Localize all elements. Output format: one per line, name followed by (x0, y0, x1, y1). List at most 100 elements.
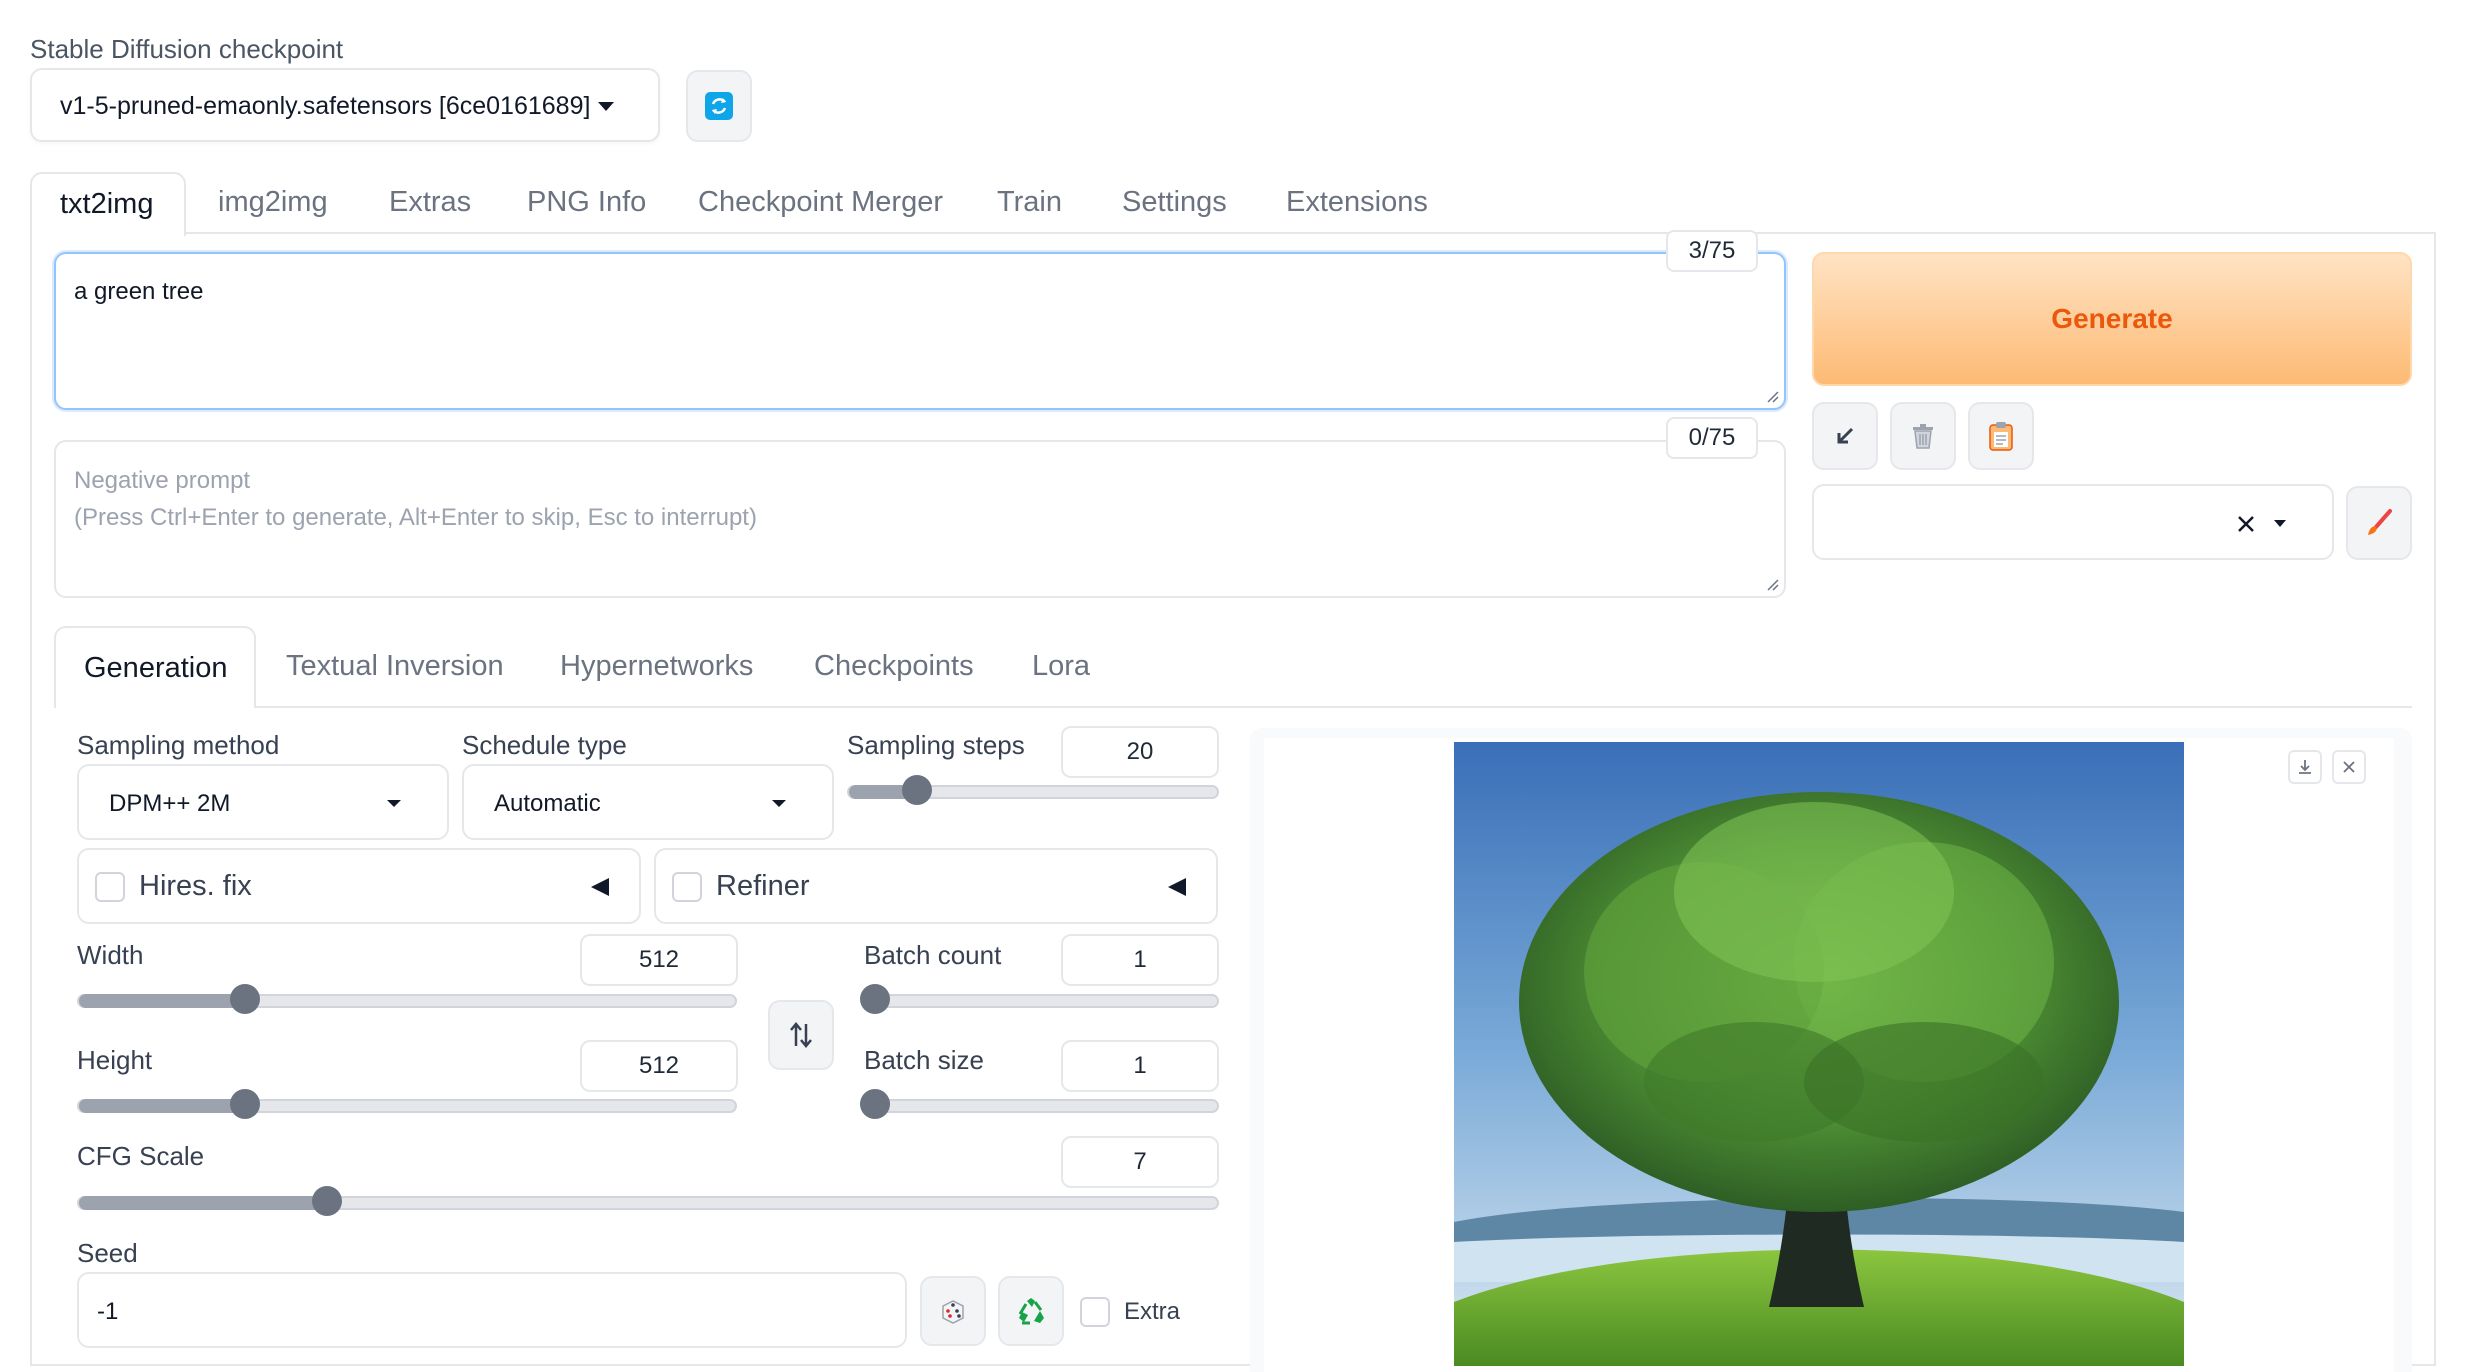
extra-seed-checkbox[interactable] (1080, 1297, 1110, 1327)
checkpoint-label: Stable Diffusion checkpoint (30, 34, 344, 64)
cfg-scale-input[interactable]: 7 (1061, 1136, 1219, 1188)
chevron-down-icon (2274, 520, 2286, 527)
width-label: Width (77, 940, 144, 970)
prompt-text: a green tree (74, 278, 204, 305)
tree-image (1454, 742, 2184, 1366)
checkpoint-dropdown[interactable]: v1-5-pruned-emaonly.safetensors [6ce0161… (30, 68, 660, 142)
chevron-down-icon (772, 800, 786, 807)
batch-size-input[interactable]: 1 (1061, 1040, 1219, 1092)
hires-fix-accordion[interactable]: Hires. fix (77, 848, 641, 924)
height-slider[interactable] (77, 1089, 737, 1119)
tab-train[interactable]: Train (997, 186, 1062, 219)
tab-generation-active[interactable]: Generation (54, 626, 256, 708)
height-input[interactable]: 512 (580, 1040, 738, 1092)
schedule-type-value: Automatic (494, 790, 601, 817)
refiner-accordion[interactable]: Refiner (654, 848, 1218, 924)
cfg-scale-fill (79, 1196, 322, 1210)
edit-styles-button[interactable] (2346, 486, 2412, 560)
refresh-icon (705, 92, 733, 120)
hires-fix-checkbox[interactable] (95, 872, 125, 902)
tab-png-info[interactable]: PNG Info (527, 186, 646, 219)
reuse-seed-button[interactable] (998, 1276, 1064, 1346)
tab-checkpoints[interactable]: Checkpoints (814, 650, 974, 683)
collapse-arrow-icon[interactable] (589, 876, 611, 898)
tab-txt2img-label: txt2img (60, 188, 154, 220)
batch-size-thumb[interactable] (860, 1089, 890, 1119)
width-input[interactable]: 512 (580, 934, 738, 986)
width-slider[interactable] (77, 984, 737, 1014)
generate-button[interactable]: Generate (1812, 252, 2412, 386)
batch-count-label: Batch count (864, 940, 1002, 970)
tab-checkpoint-merger[interactable]: Checkpoint Merger (698, 186, 943, 219)
tab-textual-inversion[interactable]: Textual Inversion (286, 650, 504, 683)
apply-style-button[interactable] (1968, 402, 2034, 470)
generated-image[interactable] (1454, 742, 2184, 1366)
sampling-method-label: Sampling method (77, 730, 280, 760)
extra-seed-label: Extra (1124, 1298, 1181, 1325)
negative-prompt-placeholder: Negative prompt (Press Ctrl+Enter to gen… (74, 467, 757, 531)
batch-size-label: Batch size (864, 1045, 984, 1075)
height-fill (79, 1099, 241, 1113)
batch-count-input[interactable]: 1 (1061, 934, 1219, 986)
tab-hypernetworks[interactable]: Hypernetworks (560, 650, 753, 683)
generate-label: Generate (2051, 303, 2173, 334)
collapse-arrow-icon[interactable] (1166, 876, 1188, 898)
chevron-down-icon (598, 102, 614, 111)
download-icon (2299, 760, 2311, 774)
negative-prompt-token-counter: 0/75 (1666, 417, 1758, 459)
arrow-down-left-icon (1837, 427, 1854, 444)
refiner-checkbox[interactable] (672, 872, 702, 902)
tab-extensions[interactable]: Extensions (1286, 186, 1428, 219)
sampling-method-value: DPM++ 2M (109, 790, 231, 817)
sampling-method-dropdown[interactable]: DPM++ 2M (77, 764, 449, 840)
cfg-scale-label: CFG Scale (77, 1141, 205, 1171)
height-label: Height (77, 1045, 153, 1075)
schedule-type-dropdown[interactable]: Automatic (462, 764, 834, 840)
refresh-checkpoint-button[interactable] (686, 70, 752, 142)
tab-txt2img-active[interactable]: txt2img (30, 172, 186, 236)
styles-dropdown[interactable] (1812, 484, 2334, 560)
clear-icon[interactable] (2236, 514, 2256, 534)
batch-size-slider[interactable] (860, 1089, 1219, 1119)
refiner-label: Refiner (716, 870, 810, 902)
schedule-type-label: Schedule type (462, 730, 627, 760)
resize-handle-icon (1767, 579, 1779, 591)
download-image-button[interactable] (2288, 750, 2322, 784)
random-seed-button[interactable] (920, 1276, 986, 1346)
chevron-down-icon (387, 800, 401, 807)
cfg-scale-thumb[interactable] (311, 1186, 342, 1216)
swap-dimensions-button[interactable] (768, 1000, 834, 1070)
close-image-button[interactable] (2332, 750, 2366, 784)
dice-icon (942, 1300, 964, 1324)
tab-img2img[interactable]: img2img (218, 186, 328, 219)
sampling-steps-input[interactable]: 20 (1061, 726, 1219, 778)
sampling-steps-thumb[interactable] (901, 775, 932, 805)
resize-handle-icon (1767, 391, 1779, 403)
clear-prompt-button[interactable] (1890, 402, 1956, 470)
hires-fix-label: Hires. fix (139, 870, 252, 902)
batch-count-slider[interactable] (860, 984, 1219, 1014)
tab-generation-label: Generation (84, 652, 228, 684)
sampling-steps-slider[interactable] (847, 775, 1219, 805)
paintbrush-icon (2368, 509, 2392, 535)
cfg-scale-slider[interactable] (77, 1186, 1219, 1216)
clipboard-icon (1989, 422, 2013, 451)
seed-input[interactable]: -1 (77, 1272, 907, 1348)
checkpoint-value: v1-5-pruned-emaonly.safetensors [6ce0161… (60, 92, 591, 120)
seed-value: -1 (97, 1298, 119, 1325)
prompt-token-counter: 3/75 (1666, 230, 1758, 272)
tab-settings[interactable]: Settings (1122, 186, 1227, 219)
prompt-textarea[interactable]: a green tree (54, 252, 1786, 410)
negative-prompt-textarea[interactable]: Negative prompt (Press Ctrl+Enter to gen… (54, 440, 1786, 598)
read-generation-params-button[interactable] (1812, 402, 1878, 470)
batch-count-thumb[interactable] (860, 984, 890, 1014)
width-fill (79, 994, 241, 1008)
swap-arrows-icon (790, 1022, 812, 1048)
close-icon (2343, 761, 2355, 773)
tab-lora[interactable]: Lora (1032, 650, 1090, 683)
tab-extras[interactable]: Extras (389, 186, 471, 219)
subtab-divider (54, 706, 2412, 708)
trash-icon (1913, 424, 1933, 449)
sampling-steps-label: Sampling steps (847, 730, 1025, 760)
seed-label: Seed (77, 1238, 138, 1268)
